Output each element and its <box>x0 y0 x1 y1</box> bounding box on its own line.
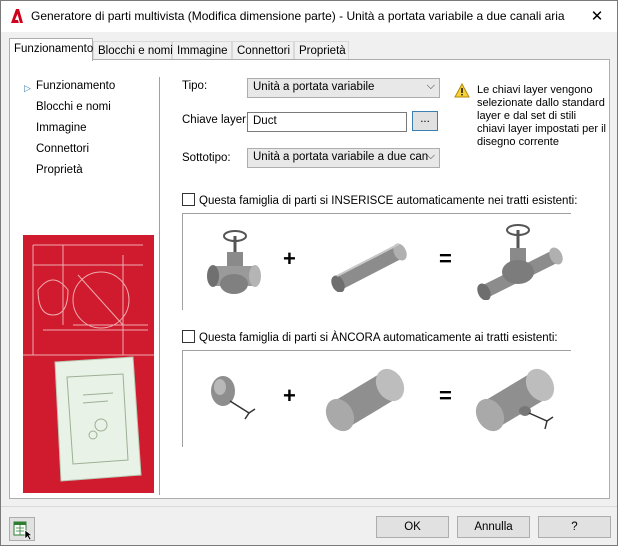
title-bar: Generatore di parti multivista (Modifica… <box>1 1 617 32</box>
valve-on-duct-illustration <box>477 224 563 300</box>
nav-item-connettori[interactable]: Connettori <box>24 141 115 162</box>
anchor-equals-sign: = <box>439 383 452 408</box>
warning-icon <box>454 83 470 98</box>
ok-button[interactable]: OK <box>376 516 449 538</box>
nav-item-label: Proprietà <box>36 164 83 176</box>
sottotipo-select-value: Unità a portata variabile a due can <box>253 151 429 163</box>
tab-proprieta[interactable]: Proprietà <box>294 41 349 60</box>
nav-item-label: Connettori <box>36 143 90 155</box>
anchor-checkbox-label: Questa famiglia di parti si ÀNCORA autom… <box>199 332 558 344</box>
chiave-layer-input[interactable]: Duct <box>247 112 407 132</box>
tab-blocchi-e-nomi[interactable]: Blocchi e nomi <box>93 41 173 60</box>
hanger-on-duct-illustration <box>475 368 555 432</box>
nav-item-blocchi-e-nomi[interactable]: Blocchi e nomi <box>24 99 115 120</box>
close-icon: ✕ <box>590 8 604 25</box>
tipo-select[interactable]: Unità a portata variabile ⌵ <box>247 78 440 98</box>
anchor-plus-sign: + <box>283 383 296 408</box>
nav-item-label: Blocchi e nomi <box>36 101 111 113</box>
insert-plus-sign: + <box>283 246 296 271</box>
sottotipo-select[interactable]: Unità a portata variabile a due can ⌵ <box>247 148 440 168</box>
tab-funzionamento[interactable]: Funzionamento <box>9 38 93 61</box>
anchor-checkbox-row[interactable]: Questa famiglia di parti si ÀNCORA autom… <box>182 330 558 344</box>
chevron-down-icon: ⌵ <box>426 80 435 92</box>
tab-connettori[interactable]: Connettori <box>232 41 294 60</box>
anchor-illustration-frame: + = <box>182 350 571 447</box>
valve-illustration <box>207 230 261 294</box>
duct-segment-illustration <box>331 243 407 292</box>
part-builder-help-tool-button[interactable] <box>9 517 35 541</box>
window-title: Generatore di parti multivista (Modifica… <box>31 9 565 23</box>
nav-item-proprieta[interactable]: Proprietà <box>24 162 115 183</box>
help-button[interactable]: ? <box>538 516 611 538</box>
triangle-right-icon: ▷ <box>24 83 31 93</box>
sottotipo-label: Sottotipo: <box>182 152 231 164</box>
large-duct-illustration <box>325 368 405 432</box>
insert-equals-sign: = <box>439 246 452 271</box>
browse-button[interactable]: ... <box>412 111 438 131</box>
chiave-layer-label: Chiave layer: <box>182 114 250 126</box>
vertical-separator <box>159 77 160 495</box>
chevron-down-icon: ⌵ <box>426 150 435 162</box>
tab-panel: ▷ Funzionamento Blocchi e nomi Immagine … <box>9 59 610 499</box>
table-cursor-icon <box>13 521 33 541</box>
close-button[interactable]: ✕ <box>577 1 617 32</box>
nav-item-immagine[interactable]: Immagine <box>24 120 115 141</box>
insert-checkbox-label: Questa famiglia di parti si INSERISCE au… <box>199 195 578 207</box>
layer-key-info-text: Le chiavi layer vengono selezionate dall… <box>477 84 606 148</box>
tipo-select-value: Unità a portata variabile <box>253 81 375 93</box>
tipo-label: Tipo: <box>182 80 208 92</box>
hanger-illustration <box>211 376 256 420</box>
bottom-separator <box>1 506 617 507</box>
tab-immagine[interactable]: Immagine <box>172 41 232 60</box>
nav-list: ▷ Funzionamento Blocchi e nomi Immagine … <box>24 78 115 183</box>
side-decorative-image <box>23 235 154 493</box>
nav-item-funzionamento[interactable]: ▷ Funzionamento <box>24 78 115 99</box>
nav-item-label: Funzionamento <box>36 80 116 92</box>
insert-checkbox-row[interactable]: Questa famiglia di parti si INSERISCE au… <box>182 193 577 207</box>
nav-item-label: Immagine <box>36 122 87 134</box>
anchor-checkbox[interactable] <box>182 330 195 343</box>
insert-illustration-frame: + = <box>182 213 571 310</box>
dialog-window: Generatore di parti multivista (Modifica… <box>0 0 618 546</box>
insert-checkbox[interactable] <box>182 193 195 206</box>
autocad-a-icon <box>11 9 23 23</box>
cancel-button[interactable]: Annulla <box>457 516 530 538</box>
